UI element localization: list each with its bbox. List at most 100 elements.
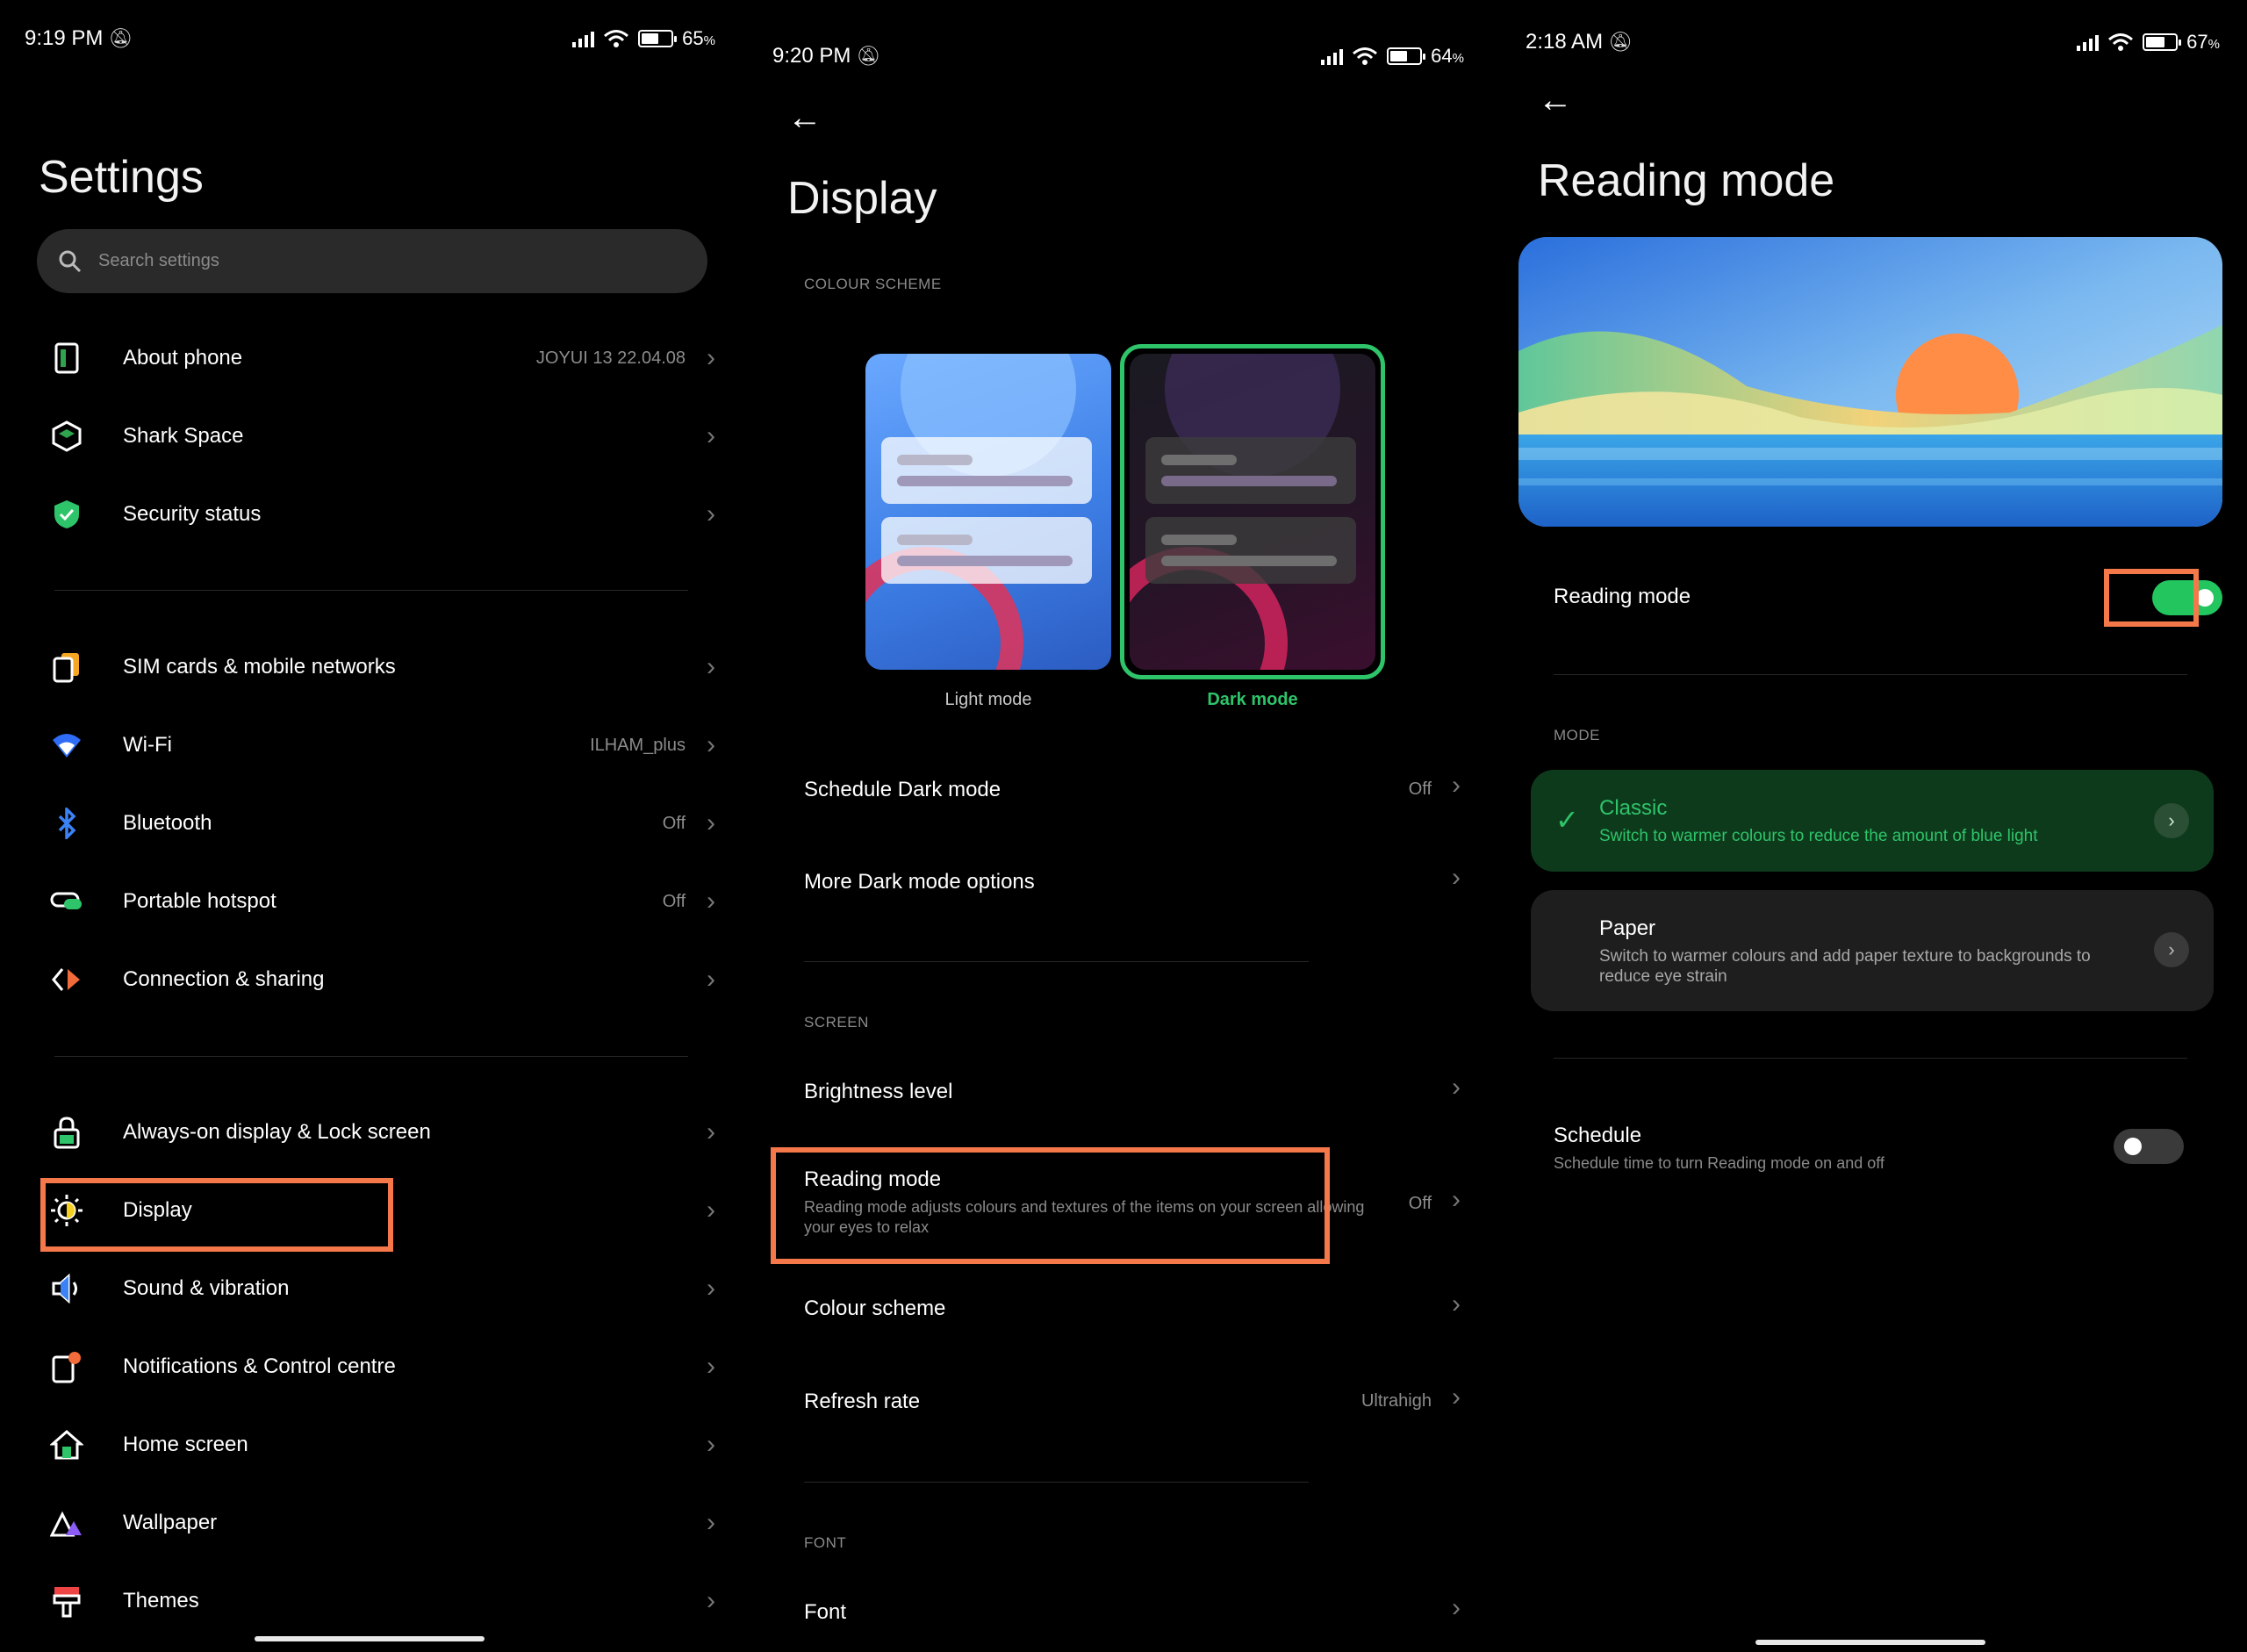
chevron-right-icon: › — [1452, 1073, 1461, 1102]
chevron-right-icon: › — [707, 1352, 715, 1381]
divider — [804, 961, 1309, 962]
search-icon — [59, 250, 82, 272]
chevron-right-icon: › — [707, 1274, 715, 1303]
mode-option-paper[interactable]: Paper Switch to warmer colours and add p… — [1531, 890, 2214, 1011]
battery-icon — [2143, 33, 2182, 51]
chevron-right-icon: › — [1452, 1185, 1461, 1214]
shield-check-icon — [49, 497, 84, 532]
chevron-right-icon: › — [707, 808, 715, 837]
refresh-rate-row[interactable]: Refresh rate Ultrahigh › — [749, 1368, 1497, 1439]
search-placeholder: Search settings — [98, 251, 219, 270]
chevron-right-icon: › — [707, 1508, 715, 1537]
wifi-status-icon — [1353, 47, 1378, 65]
chevron-right-icon: › — [1452, 1383, 1461, 1411]
wifi-status-icon — [604, 30, 629, 47]
status-time: 9:20 PM — [772, 44, 851, 68]
settings-item-sim-cards[interactable]: SIM cards & mobile networks › — [0, 632, 749, 702]
section-header-font: FONT — [804, 1534, 847, 1551]
section-header-screen: SCREEN — [804, 1014, 869, 1031]
chevron-right-icon: › — [707, 343, 715, 372]
light-mode-preview[interactable] — [865, 354, 1111, 670]
chevron-right-icon: › — [1452, 771, 1461, 800]
mode-option-classic[interactable]: ✓ Classic Switch to warmer colours to re… — [1531, 770, 2214, 872]
divider — [1554, 674, 2187, 675]
chevron-right-icon: › — [707, 730, 715, 759]
settings-item-about-phone[interactable]: About phone JOYUI 13 22.04.08 › — [0, 323, 749, 393]
chevron-right-icon: › — [707, 499, 715, 528]
settings-item-always-on-display[interactable]: Always-on display & Lock screen › — [0, 1097, 749, 1167]
chevron-right-icon: › — [707, 421, 715, 450]
signal-icon — [572, 30, 595, 47]
page-title: Reading mode — [1538, 155, 1835, 206]
connection-icon — [49, 962, 84, 997]
speaker-icon — [49, 1271, 84, 1306]
more-dark-mode-options-row[interactable]: More Dark mode options › — [749, 849, 1497, 919]
back-arrow-icon[interactable]: ← — [787, 98, 822, 138]
chevron-right-icon: › — [707, 1117, 715, 1146]
chevron-right-icon: › — [1452, 863, 1461, 892]
settings-item-notifications[interactable]: Notifications & Control centre › — [0, 1332, 749, 1402]
search-input[interactable]: Search settings — [37, 229, 707, 293]
shark-space-icon — [49, 419, 84, 454]
status-bar: 9:19 PM 🔕︎ 65% — [25, 26, 715, 50]
hotspot-icon — [49, 884, 84, 919]
display-panel: 9:20 PM 🔕︎ 64% ← Display COLOUR SCHEME L… — [749, 0, 1497, 1652]
home-indicator[interactable] — [255, 1636, 485, 1641]
divider — [1554, 1058, 2187, 1059]
status-time: 2:18 AM — [1526, 30, 1604, 54]
divider — [54, 1056, 688, 1057]
settings-item-connection-sharing[interactable]: Connection & sharing › — [0, 945, 749, 1015]
schedule-dark-mode-row[interactable]: Schedule Dark mode Off › — [749, 757, 1497, 827]
reading-mode-panel: 2:18 AM 🔕︎ 67% ← Reading mode Reading mo… — [1497, 0, 2246, 1652]
wifi-icon — [49, 728, 84, 763]
settings-item-wifi[interactable]: Wi-Fi ILHAM_plus › — [0, 710, 749, 780]
phone-icon — [49, 341, 84, 376]
mute-bell-icon: 🔕︎ — [108, 27, 133, 49]
highlight-box-reading-mode — [771, 1147, 1330, 1264]
chevron-right-icon: › — [1452, 1593, 1461, 1622]
home-indicator[interactable] — [1755, 1640, 1985, 1645]
dark-mode-preview[interactable] — [1130, 354, 1375, 670]
wallpaper-icon — [49, 1505, 84, 1541]
battery-icon — [1387, 47, 1426, 65]
lock-icon — [49, 1115, 84, 1150]
brightness-level-row[interactable]: Brightness level › — [749, 1059, 1497, 1129]
status-bar: 9:20 PM 🔕︎ 64% — [772, 44, 1464, 68]
highlight-box-reading-toggle — [2104, 569, 2199, 627]
status-time: 9:19 PM — [25, 26, 104, 50]
checkmark-icon: ✓ — [1555, 804, 1579, 836]
settings-item-home-screen[interactable]: Home screen › — [0, 1410, 749, 1480]
settings-item-wallpaper[interactable]: Wallpaper › — [0, 1488, 749, 1558]
section-header-colour-scheme: COLOUR SCHEME — [804, 276, 942, 292]
chevron-right-icon: › — [1452, 1289, 1461, 1318]
chevron-right-icon: › — [707, 652, 715, 681]
section-header-mode: MODE — [1554, 727, 1600, 743]
settings-item-bluetooth[interactable]: Bluetooth Off › — [0, 788, 749, 858]
reading-mode-illustration — [1518, 237, 2222, 527]
page-title: Settings — [39, 152, 204, 203]
settings-item-sound-vibration[interactable]: Sound & vibration › — [0, 1253, 749, 1324]
chevron-right-icon: › — [707, 887, 715, 916]
colour-scheme-row[interactable]: Colour scheme › — [749, 1275, 1497, 1346]
settings-item-portable-hotspot[interactable]: Portable hotspot Off › — [0, 866, 749, 937]
chevron-right-icon: › — [707, 1586, 715, 1615]
signal-icon — [2077, 33, 2100, 51]
back-arrow-icon[interactable]: ← — [1538, 81, 1573, 120]
chevron-right-icon: › — [707, 1196, 715, 1225]
battery-percent: 67 — [2186, 31, 2208, 53]
chevron-right-icon: › — [707, 1430, 715, 1459]
font-row[interactable]: Font › — [749, 1579, 1497, 1649]
sim-card-icon — [49, 650, 84, 685]
settings-item-themes[interactable]: Themes › — [0, 1566, 749, 1636]
schedule-toggle[interactable] — [2114, 1129, 2184, 1164]
chevron-right-icon: › — [2154, 932, 2189, 967]
signal-icon — [1321, 47, 1344, 65]
notification-icon — [49, 1349, 84, 1384]
dark-mode-label: Dark mode — [1207, 690, 1298, 709]
battery-percent: 64 — [1431, 45, 1453, 67]
settings-item-shark-space[interactable]: Shark Space › — [0, 401, 749, 471]
battery-percent: 65 — [682, 27, 704, 49]
mute-bell-icon: 🔕︎ — [856, 45, 881, 67]
divider — [54, 590, 688, 591]
settings-item-security-status[interactable]: Security status › — [0, 479, 749, 549]
